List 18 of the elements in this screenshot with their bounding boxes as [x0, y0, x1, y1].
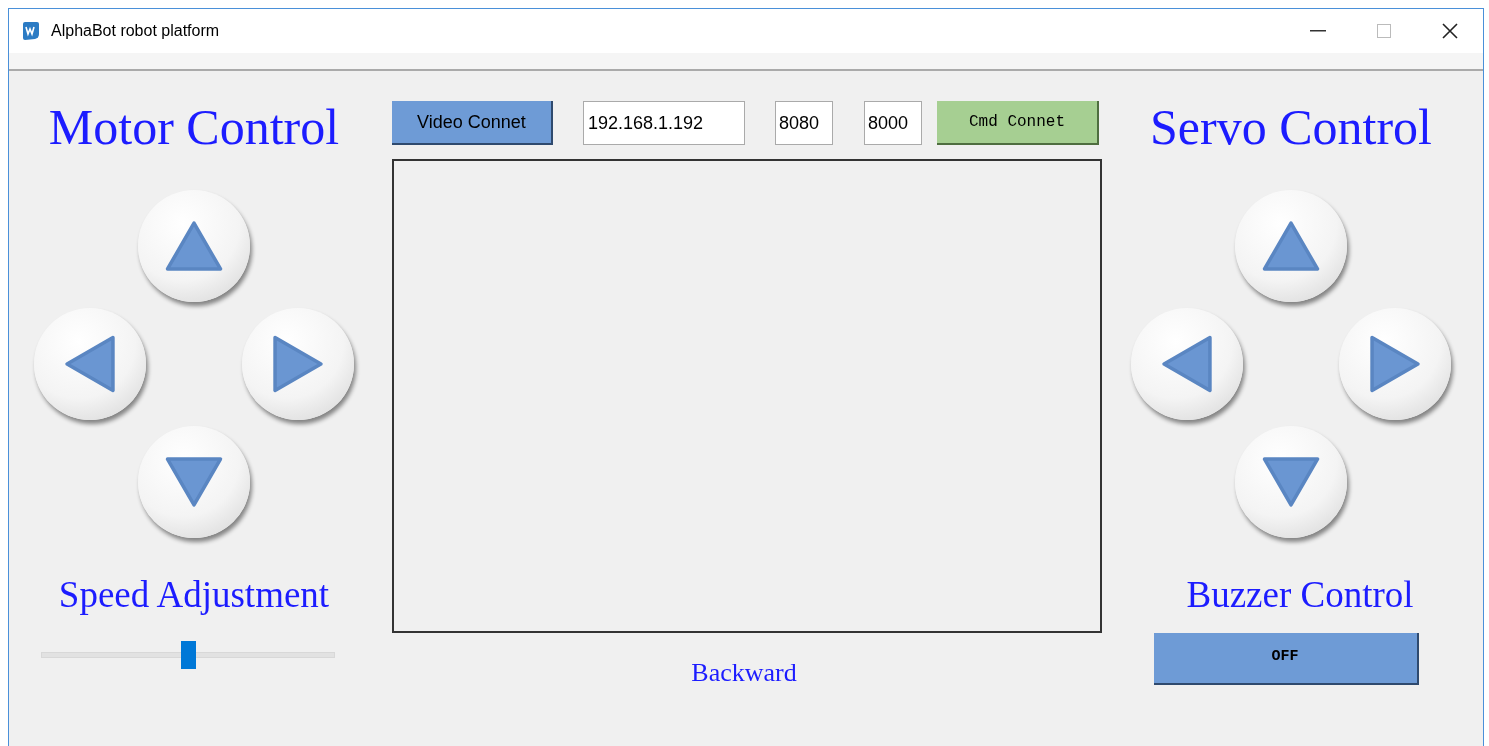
speed-slider[interactable] [41, 640, 335, 669]
status-text: Backward [691, 657, 797, 689]
video-port-field[interactable]: 8080 [775, 101, 833, 145]
close-icon [1442, 23, 1458, 39]
minimize-icon [1310, 30, 1326, 32]
maximize-icon [1377, 24, 1391, 38]
buzzer-button[interactable]: OFF [1153, 632, 1419, 685]
section-title: Servo Control [1150, 101, 1432, 153]
app-logo-icon [21, 21, 41, 41]
ip-address-field[interactable]: 192.168.1.192 [583, 101, 745, 145]
buzzer-label: Buzzer Control [1186, 573, 1414, 617]
slider-thumb[interactable] [180, 640, 196, 669]
video-connect-button[interactable]: Video Connet [392, 101, 553, 145]
command-port-field[interactable]: 8000 [864, 101, 922, 145]
command-connect-button[interactable]: Cmd Connet [937, 101, 1099, 145]
window-title: AlphaBot robot platform [51, 21, 220, 41]
section-title: Motor Control [48, 101, 340, 153]
speed-label: Speed Adjustment [58, 573, 330, 617]
